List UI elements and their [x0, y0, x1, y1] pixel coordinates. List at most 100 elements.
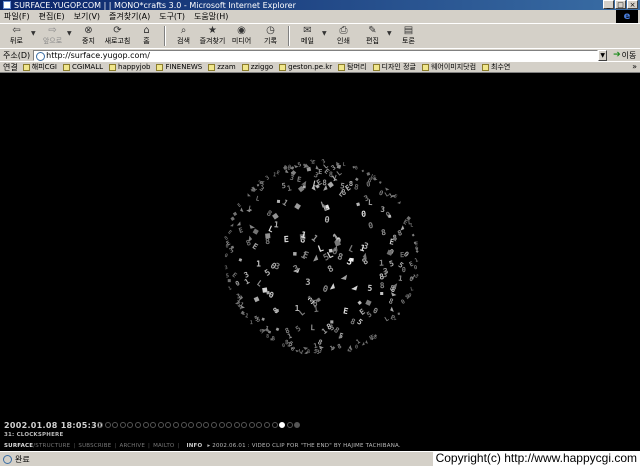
clock-dot[interactable] [226, 422, 233, 428]
links-more-button[interactable]: » [632, 62, 637, 71]
sphere-glyph: ■ [265, 230, 271, 240]
clock-dot[interactable] [142, 422, 149, 428]
mail-button[interactable]: ✉ 메일 [293, 24, 322, 48]
sphere-glyph: 3 [265, 175, 271, 182]
address-dropdown-icon[interactable]: ▼ [598, 49, 608, 61]
link-item[interactable]: zziggo [241, 63, 273, 71]
clock-dot[interactable] [112, 422, 119, 428]
forward-arrow-icon: ⇨ [48, 24, 57, 36]
nav-separator: | [148, 443, 151, 449]
sphere-glyph: 8 [329, 171, 333, 179]
clock-dot[interactable] [256, 422, 263, 428]
discuss-button[interactable]: ▤ 토론 [394, 24, 423, 48]
sphere-glyph: 3 [289, 174, 295, 183]
clock-dot[interactable] [279, 422, 286, 428]
maximize-button[interactable]: □ [615, 0, 626, 9]
mail-dropdown-icon[interactable]: ▼ [322, 30, 329, 37]
sphere-glyph: ◢ [351, 282, 360, 293]
link-item[interactable]: 웨어이미지닷컴 [421, 62, 476, 72]
back-dropdown-icon[interactable]: ▼ [31, 30, 38, 37]
home-button[interactable]: ⌂ 홈 [132, 24, 161, 48]
link-page-icon [372, 63, 380, 71]
edit-button[interactable]: ✎ 편집 [358, 24, 387, 48]
stop-label: 중지 [82, 37, 95, 45]
print-button[interactable]: ⎙ 인쇄 [329, 24, 358, 48]
link-item[interactable]: 해피CGI [22, 62, 57, 72]
menu-tools[interactable]: 도구(T) [159, 11, 185, 22]
clock-dot[interactable] [210, 422, 217, 428]
edit-dropdown-icon[interactable]: ▼ [387, 30, 394, 37]
nav-archive-link[interactable]: ARCHIVE [119, 443, 145, 449]
news-ticker[interactable]: ▸ 2002.06.01 : VIDEO CLIP FOR "THE END" … [207, 443, 400, 449]
clock-dot[interactable] [286, 422, 293, 428]
link-item[interactable]: zzam [208, 63, 236, 71]
history-button[interactable]: ◷ 기록 [256, 24, 285, 48]
link-item[interactable]: 디자인 정글 [372, 62, 416, 72]
clock-dot[interactable] [188, 422, 195, 428]
clock-sphere-graphic[interactable]: 88L ◣503◢▪8◣◢▪◣03E0■8◢E▪88◣8LE E▪8▪■■80◢3 0… [0, 73, 640, 451]
link-item[interactable]: geston.pe.kr [279, 63, 332, 71]
nav-subscribe-link[interactable]: SUBSCRIBE [78, 443, 111, 449]
sphere-glyph: 8 [349, 317, 357, 327]
clock-dot[interactable] [218, 422, 225, 428]
clock-dot[interactable] [104, 422, 111, 428]
clock-dot[interactable] [203, 422, 210, 428]
nav-surface-link[interactable]: SURFACE [4, 443, 33, 449]
clock-dot[interactable] [294, 422, 301, 428]
sphere-glyph: ■ [366, 171, 371, 178]
clock-dot[interactable] [119, 422, 126, 428]
menu-favorites[interactable]: 즐겨찾기(A) [109, 11, 150, 22]
refresh-icon: ⟳ [113, 24, 122, 36]
clock-dot[interactable] [248, 422, 255, 428]
nav-mailto-link[interactable]: MAILTO [153, 443, 174, 449]
forward-button[interactable]: ⇨ 앞으로 [38, 24, 67, 48]
sphere-glyph: E [275, 170, 280, 177]
clock-dot[interactable] [233, 422, 240, 428]
clock-dot[interactable] [150, 422, 157, 428]
link-item[interactable]: 탐머리 [338, 62, 367, 72]
menu-view[interactable]: 보기(V) [74, 11, 100, 22]
sphere-glyph: 0 [224, 253, 229, 260]
stop-button[interactable]: ⊗ 중지 [74, 24, 103, 48]
nav-structure-link[interactable]: /STRUCTURE [33, 443, 70, 449]
link-item[interactable]: 최수연 [482, 62, 510, 72]
clock-dot[interactable] [157, 422, 164, 428]
clock-dot[interactable] [271, 422, 278, 428]
search-button[interactable]: ⌕ 검색 [169, 24, 198, 48]
clock-dot[interactable] [241, 422, 248, 428]
menu-file[interactable]: 파일(F) [4, 11, 30, 22]
menu-help[interactable]: 도움말(H) [194, 11, 228, 22]
media-button[interactable]: ◉ 미디어 [227, 24, 256, 48]
back-button[interactable]: ⇦ 뒤로 [2, 24, 31, 48]
sphere-glyph: 1 [286, 183, 293, 193]
link-item[interactable]: happyjob [109, 63, 150, 71]
clock-dot[interactable] [134, 422, 141, 428]
clock-dot[interactable] [264, 422, 271, 428]
sphere-glyph: ◣ [240, 207, 246, 214]
clock-dot[interactable] [195, 422, 202, 428]
link-item[interactable]: CGIMALL [63, 63, 103, 71]
sphere-glyph: ■ [293, 200, 303, 211]
link-item[interactable]: FINENEWS [156, 63, 202, 71]
clock-dot[interactable] [127, 422, 134, 428]
footer-nav: SURFACE /STRUCTURE | SUBSCRIBE | ARCHIVE… [4, 443, 401, 449]
clock-dot[interactable] [97, 422, 103, 428]
favorites-button[interactable]: ★ 즐겨찾기 [198, 24, 227, 48]
close-button[interactable]: × [627, 0, 638, 9]
edit-icon: ✎ [368, 24, 377, 36]
menu-edit[interactable]: 편집(E) [39, 11, 65, 22]
sphere-glyph: ▪ [354, 297, 364, 308]
minimize-button[interactable]: _ [603, 0, 614, 9]
clock-dot[interactable] [172, 422, 179, 428]
clock-dot[interactable] [180, 422, 187, 428]
refresh-button[interactable]: ⟳ 새로고침 [103, 24, 132, 48]
sphere-glyph: L [346, 244, 355, 255]
link-page-icon [156, 63, 164, 71]
nav-info-link[interactable]: INFO [186, 443, 202, 449]
link-label: 해피CGI [31, 63, 57, 71]
forward-dropdown-icon[interactable]: ▼ [67, 30, 74, 37]
go-button[interactable]: ➔ 이동 [613, 50, 636, 61]
clock-dot[interactable] [165, 422, 172, 428]
sphere-glyph: 5 [294, 324, 303, 334]
address-input[interactable]: http://surface.yugop.com/ [33, 49, 599, 61]
